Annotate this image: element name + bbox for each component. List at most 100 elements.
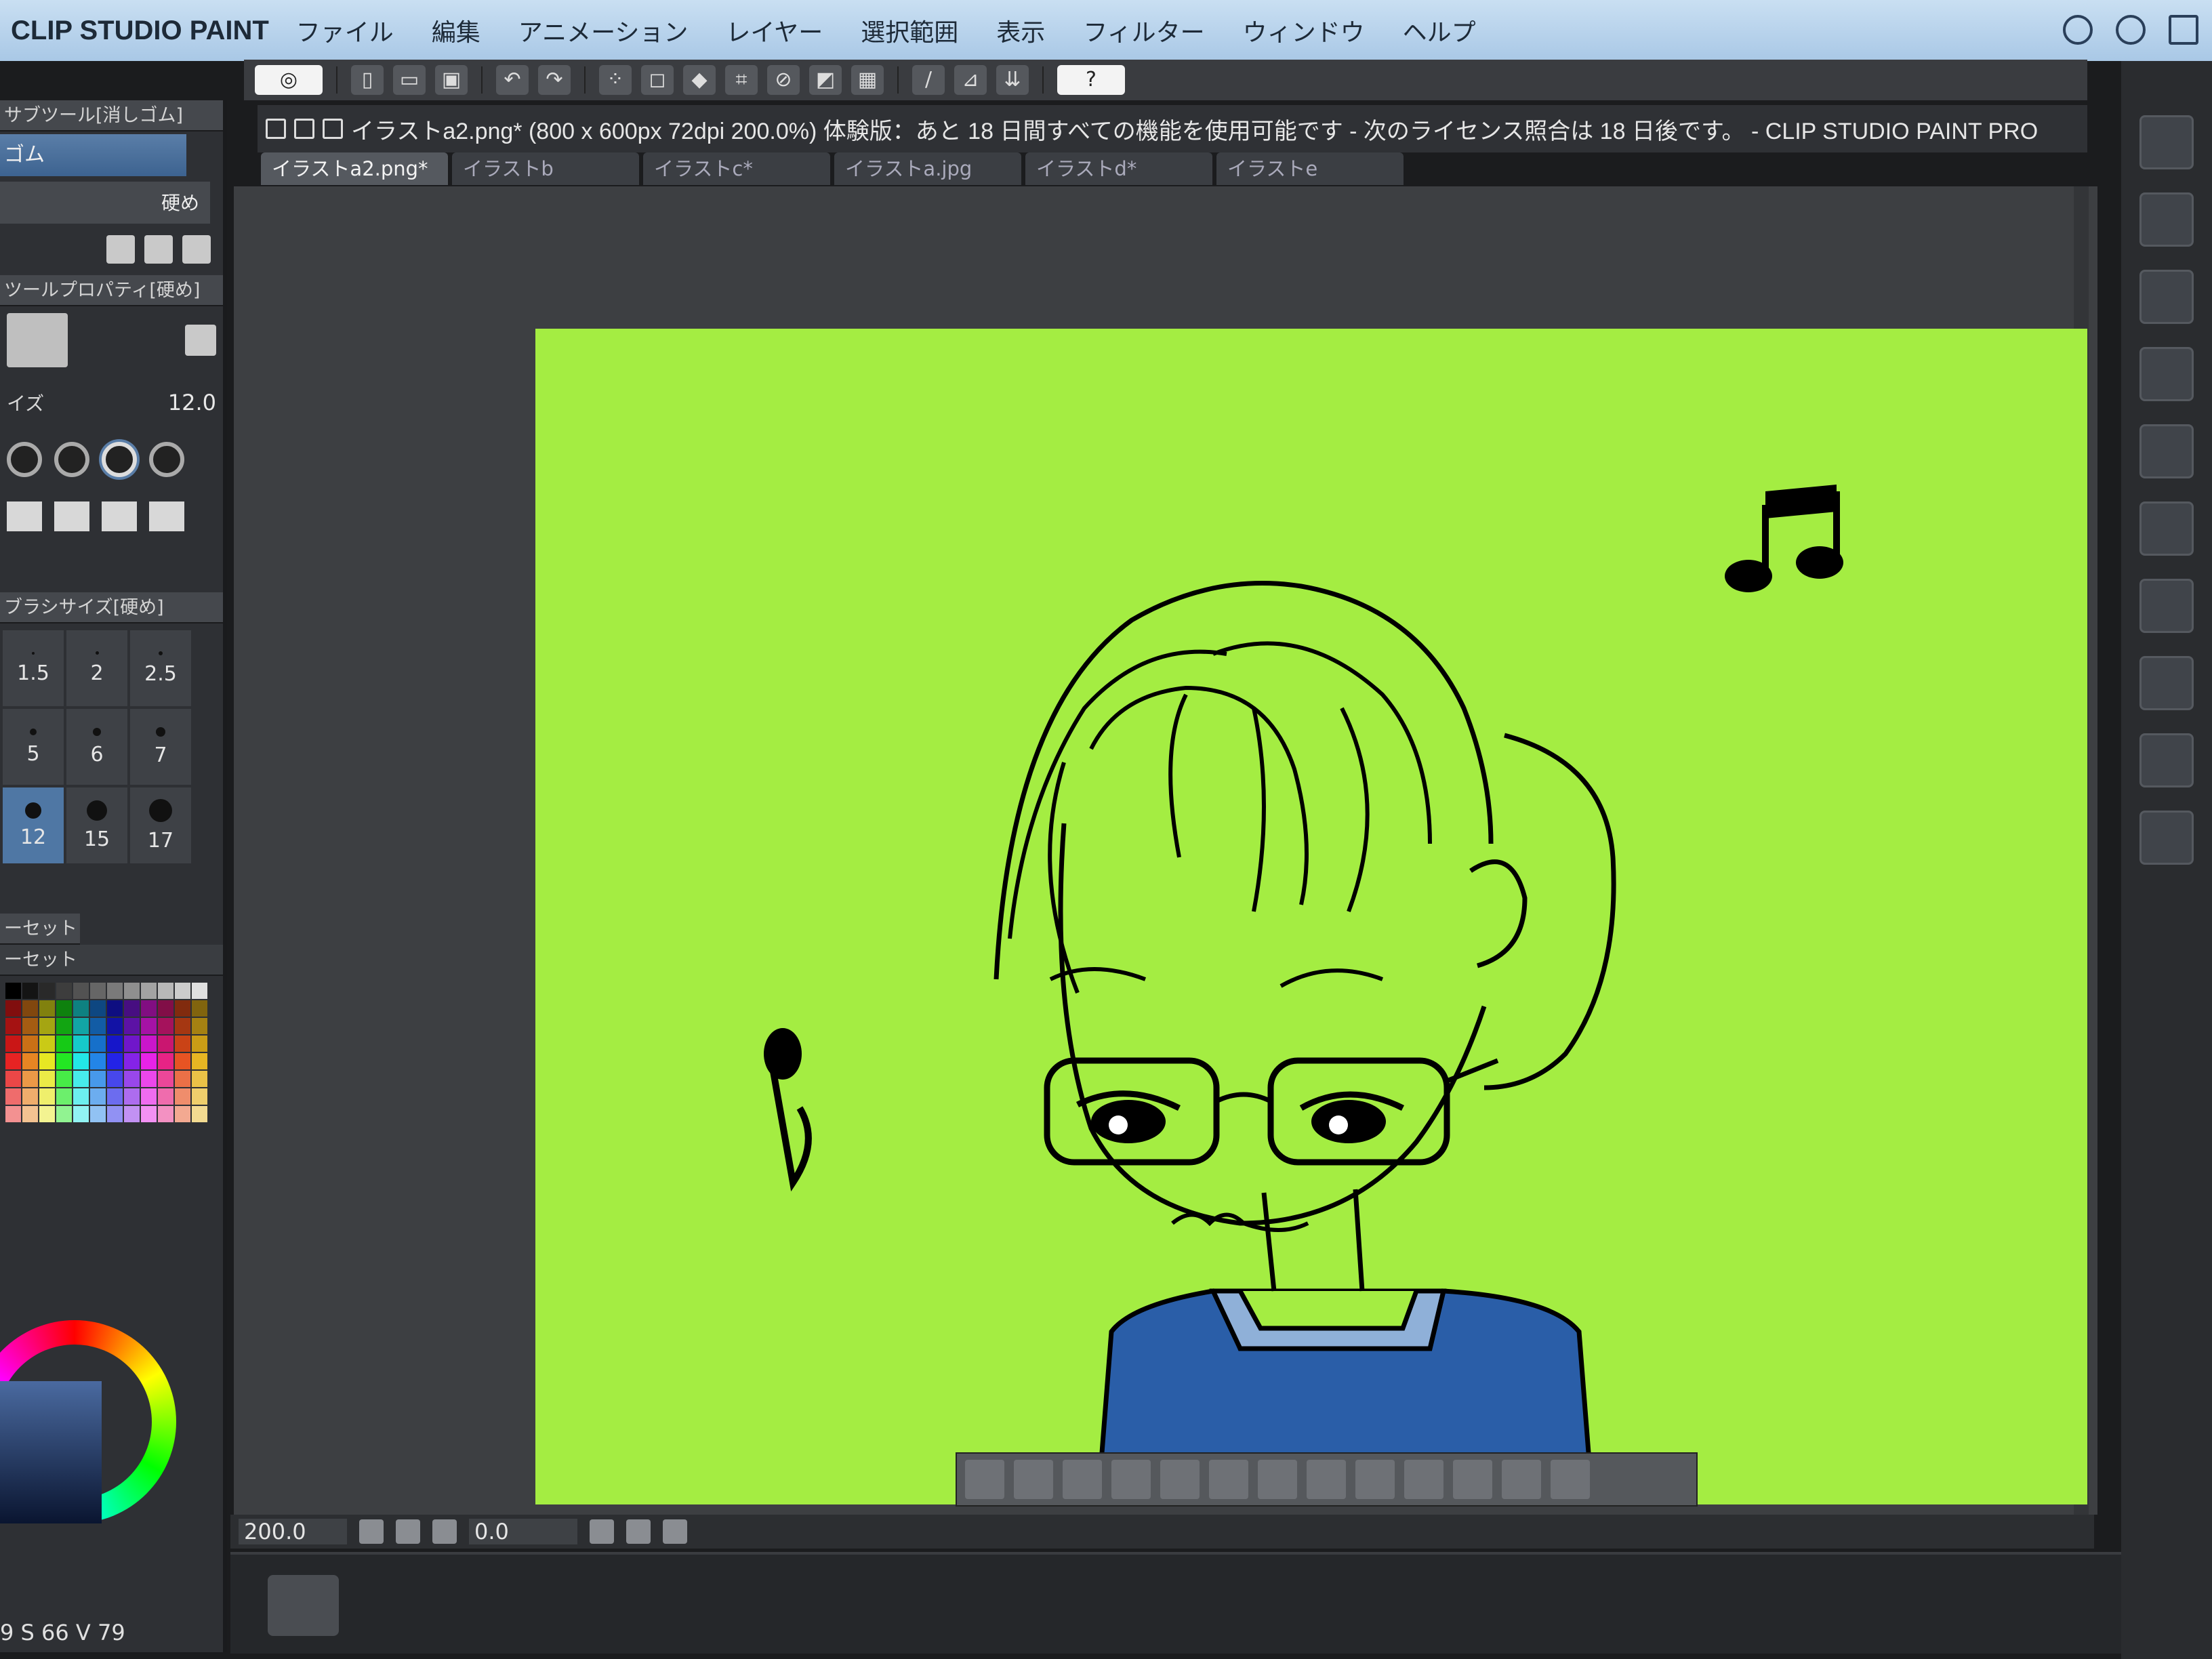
- close-icon[interactable]: [266, 119, 286, 139]
- palette-swatch[interactable]: [107, 1000, 123, 1017]
- reset-rotation-icon[interactable]: [663, 1519, 687, 1544]
- selection-dots-icon[interactable]: ⁘: [599, 65, 632, 95]
- palette-swatch[interactable]: [141, 1106, 157, 1122]
- palette-swatch[interactable]: [73, 1018, 89, 1034]
- palette-swatch[interactable]: [56, 1071, 72, 1087]
- rotate-left-icon[interactable]: [590, 1519, 614, 1544]
- palette-swatch[interactable]: [90, 1036, 106, 1052]
- brush-size-cell[interactable]: 7: [130, 709, 191, 785]
- open-file-icon[interactable]: ▭: [393, 65, 426, 95]
- palette-swatch[interactable]: [124, 1018, 140, 1034]
- palette-swatch[interactable]: [39, 983, 55, 999]
- menu-filter[interactable]: フィルター: [1083, 13, 1204, 48]
- brush-size-cell[interactable]: 17: [130, 787, 191, 863]
- undo-icon[interactable]: ↶: [496, 65, 529, 95]
- palette-swatch[interactable]: [39, 1106, 55, 1122]
- palette-swatch[interactable]: [192, 1071, 207, 1087]
- menu-selection[interactable]: 選択範囲: [861, 13, 958, 48]
- palette-swatch[interactable]: [158, 1053, 173, 1069]
- palette-swatch[interactable]: [107, 1106, 123, 1122]
- palette-swatch[interactable]: [107, 1071, 123, 1087]
- palette-swatch[interactable]: [192, 1053, 207, 1069]
- brush-size-cell[interactable]: 2.5: [130, 630, 191, 706]
- fill-icon[interactable]: [1502, 1460, 1541, 1499]
- clear-icon[interactable]: ◆: [683, 65, 716, 95]
- film-icon[interactable]: [268, 1575, 339, 1636]
- palette-swatch[interactable]: [124, 1088, 140, 1105]
- menu-window[interactable]: ウィンドウ: [1243, 13, 1365, 48]
- hard-tip-option[interactable]: [7, 442, 42, 477]
- palette-swatch[interactable]: [22, 1036, 38, 1052]
- brush-size-cell[interactable]: 6: [66, 709, 127, 785]
- color-palette[interactable]: [0, 976, 223, 1129]
- rotate-right-icon[interactable]: [626, 1519, 651, 1544]
- palette-swatch[interactable]: [73, 1088, 89, 1105]
- tab-document[interactable]: イラストd*: [1025, 152, 1212, 185]
- brush-preview[interactable]: 硬め: [0, 182, 210, 224]
- palette-swatch[interactable]: [56, 983, 72, 999]
- tab-document[interactable]: イラストe: [1216, 152, 1404, 185]
- palette-swatch[interactable]: [90, 1018, 106, 1034]
- transform-icon[interactable]: ◻: [641, 65, 674, 95]
- sub-view-icon[interactable]: [2139, 270, 2194, 324]
- invert-selection-icon[interactable]: [1063, 1460, 1102, 1499]
- palette-swatch[interactable]: [124, 1071, 140, 1087]
- search-icon[interactable]: [2139, 115, 2194, 169]
- brush-size-cell[interactable]: 15: [66, 787, 127, 863]
- layer-property-icon[interactable]: [2139, 347, 2194, 401]
- brush-size-cell-selected[interactable]: 12: [3, 787, 64, 863]
- palette-swatch[interactable]: [39, 1000, 55, 1017]
- deselect-icon[interactable]: [965, 1460, 1004, 1499]
- palette-swatch[interactable]: [5, 1053, 21, 1069]
- selection-dots-icon[interactable]: [1209, 1460, 1248, 1499]
- palette-swatch[interactable]: [175, 1000, 190, 1017]
- zoom-field[interactable]: 200.0: [239, 1519, 347, 1544]
- minimize-icon[interactable]: [294, 119, 314, 139]
- palette-swatch[interactable]: [124, 1000, 140, 1017]
- palette-swatch[interactable]: [90, 1088, 106, 1105]
- brush-size-cell[interactable]: 5: [3, 709, 64, 785]
- palette-swatch[interactable]: [141, 1071, 157, 1087]
- select-all-icon[interactable]: ▦: [851, 65, 884, 95]
- palette-swatch[interactable]: [90, 1000, 106, 1017]
- new-file-icon[interactable]: ▯: [351, 65, 384, 95]
- menu-edit[interactable]: 編集: [432, 13, 480, 48]
- palette-swatch[interactable]: [141, 1000, 157, 1017]
- palette-swatch[interactable]: [124, 983, 140, 999]
- palette-swatch[interactable]: [22, 983, 38, 999]
- menu-layer[interactable]: レイヤー: [726, 13, 823, 48]
- wrench-icon[interactable]: [185, 325, 216, 356]
- palette-swatch[interactable]: [22, 1106, 38, 1122]
- drawing-canvas[interactable]: [535, 329, 2087, 1504]
- menu-view[interactable]: 表示: [996, 13, 1045, 48]
- color-set-name[interactable]: ーセット: [0, 945, 223, 976]
- palette-swatch[interactable]: [56, 1000, 72, 1017]
- palette-swatch[interactable]: [107, 983, 123, 999]
- select-all-icon[interactable]: [1014, 1460, 1053, 1499]
- palette-swatch[interactable]: [39, 1018, 55, 1034]
- mode-option-4[interactable]: [149, 501, 184, 531]
- palette-swatch[interactable]: [124, 1106, 140, 1122]
- navigator-icon[interactable]: [2139, 192, 2194, 247]
- palette-swatch[interactable]: [5, 1088, 21, 1105]
- palette-swatch[interactable]: [90, 1071, 106, 1087]
- palette-swatch[interactable]: [158, 1088, 173, 1105]
- redo-icon[interactable]: ↷: [538, 65, 571, 95]
- palette-swatch[interactable]: [22, 1018, 38, 1034]
- palette-swatch[interactable]: [73, 1071, 89, 1087]
- mode-option-2[interactable]: [54, 501, 89, 531]
- palette-swatch[interactable]: [56, 1018, 72, 1034]
- soft-tip-option[interactable]: [102, 442, 137, 477]
- palette-swatch[interactable]: [141, 1053, 157, 1069]
- palette-swatch[interactable]: [192, 983, 207, 999]
- palette-swatch[interactable]: [5, 1071, 21, 1087]
- scale-icon[interactable]: [1404, 1460, 1443, 1499]
- palette-swatch[interactable]: [22, 1000, 38, 1017]
- duplicate-icon[interactable]: [1355, 1460, 1395, 1499]
- palette-swatch[interactable]: [107, 1053, 123, 1069]
- palette-swatch[interactable]: [158, 1106, 173, 1122]
- menu-file[interactable]: ファイル: [296, 13, 394, 48]
- palette-swatch[interactable]: [5, 1018, 21, 1034]
- palette-swatch[interactable]: [158, 1071, 173, 1087]
- cube-icon[interactable]: [2139, 811, 2194, 865]
